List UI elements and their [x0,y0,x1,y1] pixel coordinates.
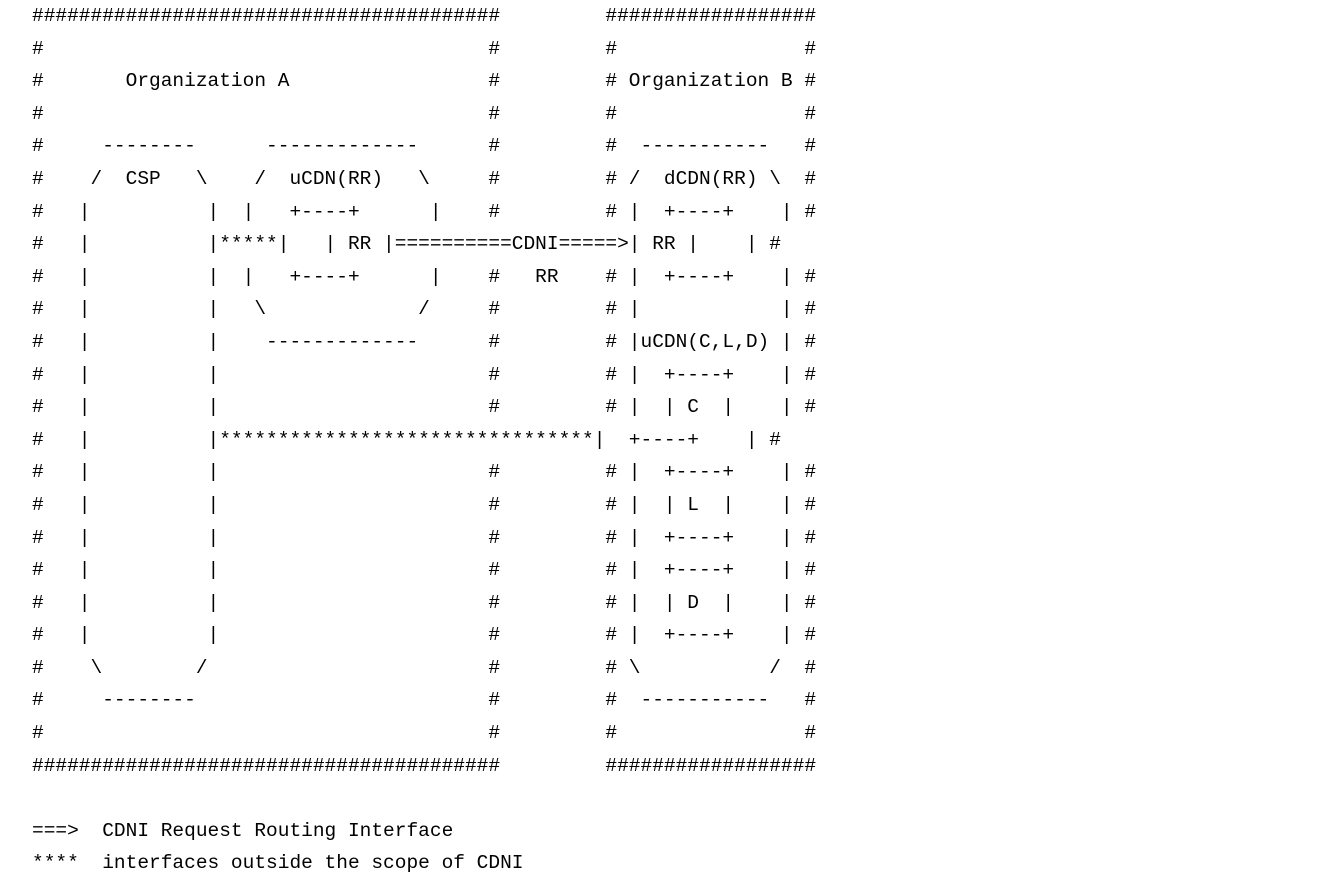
ascii-diagram: ########################################… [0,0,1330,880]
